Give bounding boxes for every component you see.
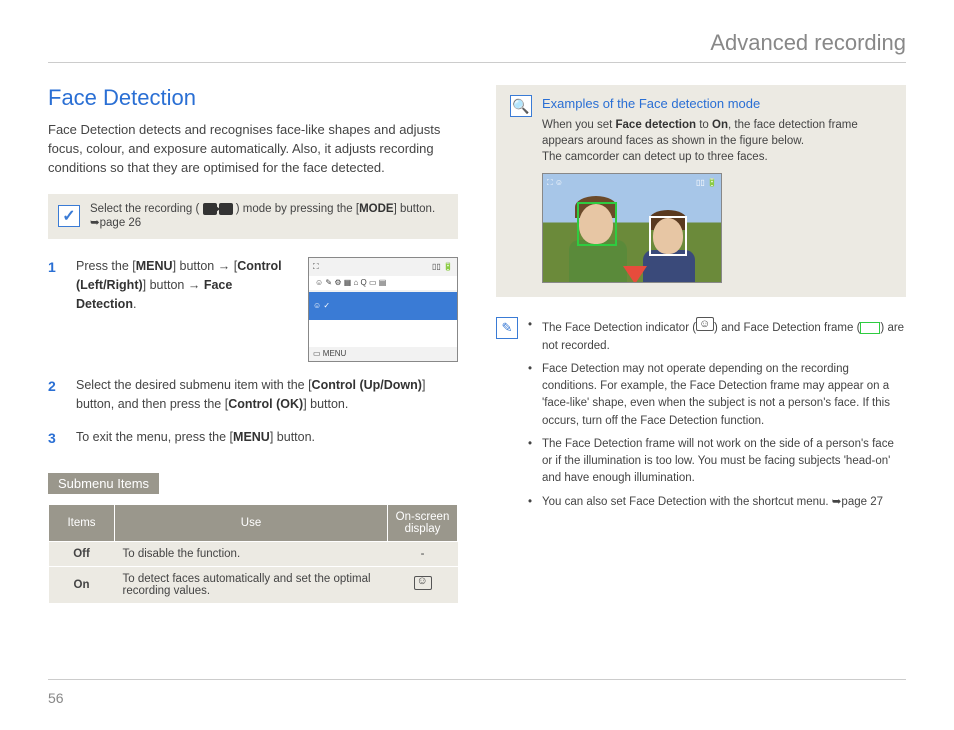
left-column: Face Detection Face Detection detects an… bbox=[48, 85, 458, 603]
example-photo: ⛶ ☺ ▯▯ 🔋 bbox=[542, 173, 722, 283]
exl1a: When you set bbox=[542, 119, 616, 131]
th-osd: On-screen display bbox=[388, 504, 458, 541]
face-rect-white bbox=[649, 216, 687, 256]
mode-note-box: ✓ Select the recording ( ) mode by press… bbox=[48, 194, 458, 240]
s3a: To exit the menu, press the [ bbox=[76, 430, 233, 444]
submenu-table: Items Use On-screen display Off To disab… bbox=[48, 504, 458, 603]
example-box: 🔍 Examples of the Face detection mode Wh… bbox=[496, 85, 906, 297]
s2a: Select the desired submenu item with the… bbox=[76, 378, 312, 392]
s2e: ] button. bbox=[303, 397, 348, 411]
cell-on-osd bbox=[388, 566, 458, 603]
th-use: Use bbox=[115, 504, 388, 541]
step-3-text: To exit the menu, press the [MENU] butto… bbox=[76, 428, 458, 449]
s3c: ] button. bbox=[270, 430, 315, 444]
t1b: ) and Face Detection frame ( bbox=[714, 322, 860, 334]
footer-rule bbox=[48, 679, 906, 680]
example-line1: When you set Face detection to On, the f… bbox=[542, 117, 892, 149]
red-arrow-icon bbox=[623, 266, 647, 283]
magnifier-icon: 🔍 bbox=[510, 95, 532, 117]
exl1b: Face detection bbox=[616, 119, 697, 131]
cell-on-use: To detect faces automatically and set th… bbox=[115, 566, 388, 603]
header-rule bbox=[48, 62, 906, 63]
s3b: MENU bbox=[233, 430, 270, 444]
cell-on: On bbox=[49, 566, 115, 603]
tip-4: You can also set Face Detection with the… bbox=[528, 494, 906, 511]
step-2-text: Select the desired submenu item with the… bbox=[76, 376, 458, 414]
cell-off-osd: - bbox=[388, 541, 458, 566]
note-pre: Select the recording ( bbox=[90, 203, 199, 215]
pencil-note-icon: ✎ bbox=[496, 317, 518, 339]
step-2-number: 2 bbox=[48, 376, 64, 414]
table-row: Off To disable the function. - bbox=[49, 541, 458, 566]
example-line2: The camcorder can detect up to three fac… bbox=[542, 149, 892, 165]
note-post: ) mode by pressing the [ bbox=[236, 203, 359, 215]
right-column: 🔍 Examples of the Face detection mode Wh… bbox=[496, 85, 906, 603]
s1a: Press the [ bbox=[76, 259, 136, 273]
section-heading: Face Detection bbox=[48, 85, 458, 111]
cell-off: Off bbox=[49, 541, 115, 566]
osd-left: ⛶ ☺ bbox=[547, 177, 563, 188]
steps-list: 1 Press the [MENU] button → [Control (Le… bbox=[48, 257, 458, 449]
s1b: MENU bbox=[136, 259, 173, 273]
tip-3: The Face Detection frame will not work o… bbox=[528, 436, 906, 488]
cell-off-use: To disable the function. bbox=[115, 541, 388, 566]
table-row: On To detect faces automatically and set… bbox=[49, 566, 458, 603]
t1a: The Face Detection indicator ( bbox=[542, 322, 696, 334]
s2d: Control (OK) bbox=[228, 397, 303, 411]
step-1-text: Press the [MENU] button → [Control (Left… bbox=[76, 257, 292, 313]
exl1d: On bbox=[712, 119, 728, 131]
face-rect-green bbox=[577, 202, 617, 246]
check-icon: ✓ bbox=[58, 205, 80, 227]
tips-block: ✎ The Face Detection indicator ( ) and Fa… bbox=[496, 317, 906, 517]
step-3-number: 3 bbox=[48, 428, 64, 449]
submenu-heading: Submenu Items bbox=[48, 473, 159, 494]
note-mode: MODE bbox=[359, 203, 394, 215]
tip-1: The Face Detection indicator ( ) and Face… bbox=[528, 317, 906, 355]
page-header-title: Advanced recording bbox=[48, 30, 906, 56]
face-detection-indicator-icon bbox=[696, 317, 714, 331]
mode-note-text: Select the recording ( ) mode by pressin… bbox=[90, 202, 448, 232]
s1c: ] button → [ bbox=[173, 259, 238, 273]
menu-screenshot: ⛶ ▯▯ 🔋 ☺ ✎ ⚙ ▦ ⌂ Q ▭ ▤ ☺ ✓ ▭ MENU bbox=[308, 257, 458, 362]
s1e: ] button → bbox=[143, 278, 204, 292]
example-title: Examples of the Face detection mode bbox=[542, 95, 892, 113]
face-detection-frame-icon bbox=[860, 322, 880, 334]
exl1c: to bbox=[696, 119, 712, 131]
video-photo-mode-icon bbox=[203, 203, 233, 215]
th-items: Items bbox=[49, 504, 115, 541]
step-1-number: 1 bbox=[48, 257, 64, 362]
s2b: Control (Up/Down) bbox=[312, 378, 422, 392]
intro-text: Face Detection detects and recognises fa… bbox=[48, 121, 458, 178]
page-number: 56 bbox=[48, 690, 64, 706]
osd-right: ▯▯ 🔋 bbox=[696, 177, 717, 188]
s1g: . bbox=[133, 297, 136, 311]
face-detection-osd-icon bbox=[414, 576, 432, 590]
tip-2: Face Detection may not operate depending… bbox=[528, 361, 906, 430]
